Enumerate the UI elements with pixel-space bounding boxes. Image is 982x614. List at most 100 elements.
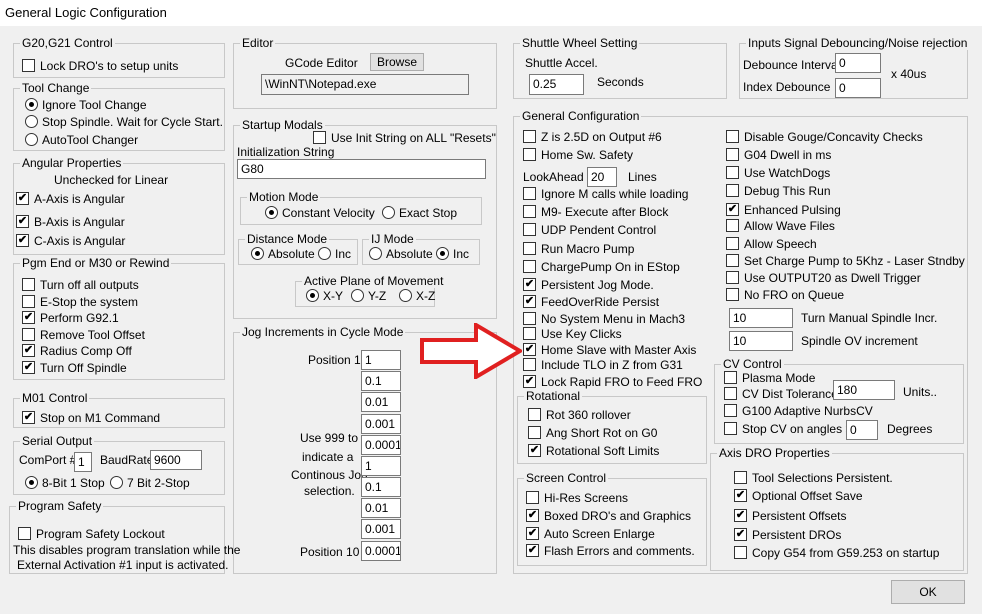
use-watchdogs-checkbox[interactable] bbox=[726, 166, 739, 179]
no-system-menu-in-mach3-checkbox[interactable] bbox=[523, 312, 536, 325]
run-macro-pump-checkbox[interactable] bbox=[523, 242, 536, 255]
tool-change-radio-auto[interactable] bbox=[25, 133, 38, 146]
radius-comp-off-checkbox[interactable]: ✔ bbox=[22, 344, 35, 357]
distance-radio-inc[interactable] bbox=[318, 247, 331, 260]
ignore-m-calls-while-loading-checkbox[interactable] bbox=[523, 187, 536, 200]
manual-spindle-incr-input[interactable]: 10 bbox=[729, 308, 793, 328]
spindle-ov-input[interactable]: 10 bbox=[729, 331, 793, 351]
perform-g92-1-checkbox[interactable]: ✔ bbox=[22, 311, 35, 324]
c-axis-label: C-Axis is Angular bbox=[34, 234, 126, 248]
jog-increment-input[interactable]: 0.01 bbox=[361, 392, 401, 412]
z-is-2-5d-on-output-6-checkbox[interactable] bbox=[523, 130, 536, 143]
copy-g54-from-g59-253-on-startup-checkbox[interactable] bbox=[734, 546, 747, 559]
motion-radio-cv[interactable] bbox=[265, 206, 278, 219]
stop-cv-checkbox[interactable] bbox=[724, 422, 737, 435]
jog-increment-input[interactable]: 0.0001 bbox=[361, 541, 401, 561]
turn-off-spindle-checkbox[interactable]: ✔ bbox=[22, 361, 35, 374]
jog-increment-input[interactable]: 0.1 bbox=[361, 371, 401, 391]
debounce-interval-label: Debounce Interval bbox=[743, 58, 841, 72]
comport-input[interactable]: 1 bbox=[74, 452, 92, 472]
hi-res-screens-checkbox[interactable] bbox=[526, 491, 539, 504]
use-key-clicks-checkbox[interactable] bbox=[523, 327, 536, 340]
tool-change-radio-ignore[interactable] bbox=[25, 98, 38, 111]
jog-increment-input[interactable]: 1 bbox=[361, 350, 401, 370]
index-debounce-label: Index Debounce bbox=[743, 80, 831, 94]
ij-radio-inc[interactable] bbox=[436, 247, 449, 260]
disable-gouge-concavity-checks-checkbox[interactable] bbox=[726, 130, 739, 143]
use-init-checkbox[interactable] bbox=[313, 131, 326, 144]
cv-dist-input[interactable]: 180 bbox=[833, 380, 895, 400]
plane-radio-xz[interactable] bbox=[399, 289, 412, 302]
flash-errors-and-comments-checkbox[interactable]: ✔ bbox=[526, 544, 539, 557]
use-output20-as-dwell-trigger-checkbox[interactable] bbox=[726, 271, 739, 284]
home-sw-safety-checkbox[interactable] bbox=[523, 148, 536, 161]
serial-radio-8bit[interactable] bbox=[25, 476, 38, 489]
shuttle-accel-input[interactable]: 0.25 bbox=[529, 74, 584, 95]
auto-screen-enlarge-checkbox[interactable]: ✔ bbox=[526, 527, 539, 540]
home-slave-with-master-axis-checkbox[interactable]: ✔ bbox=[523, 343, 536, 356]
plasma-mode-label: Plasma Mode bbox=[742, 371, 816, 385]
enhanced-pulsing-checkbox[interactable]: ✔ bbox=[726, 203, 739, 216]
init-string-input[interactable]: G80 bbox=[237, 159, 486, 179]
plane-radio-yz[interactable] bbox=[351, 289, 364, 302]
jog-increment-input[interactable]: 0.001 bbox=[361, 519, 401, 539]
tool-change-radio-stop[interactable] bbox=[25, 115, 38, 128]
ang-short-rot-on-g0-label: Ang Short Rot on G0 bbox=[546, 426, 658, 440]
chargepump-on-in-estop-checkbox[interactable] bbox=[523, 260, 536, 273]
persistent-jog-mode-checkbox[interactable]: ✔ bbox=[523, 278, 536, 291]
jog-increment-input[interactable]: 0.001 bbox=[361, 414, 401, 434]
boxed-dro-s-and-graphics-checkbox[interactable]: ✔ bbox=[526, 509, 539, 522]
baudrate-input[interactable]: 9600 bbox=[150, 450, 202, 470]
ij-label-inc: Inc bbox=[453, 247, 470, 261]
safety-lockout-checkbox[interactable] bbox=[18, 527, 31, 540]
tool-selections-persistent-checkbox[interactable] bbox=[734, 471, 747, 484]
optional-offset-save-checkbox[interactable]: ✔ bbox=[734, 489, 747, 502]
e-stop-the-system-checkbox[interactable] bbox=[22, 295, 35, 308]
include-tlo-in-z-from-g31-checkbox[interactable] bbox=[523, 358, 536, 371]
feedoverride-persist-checkbox[interactable]: ✔ bbox=[523, 295, 536, 308]
debounce-interval-input[interactable]: 0 bbox=[835, 53, 881, 73]
ang-short-rot-on-g0-checkbox[interactable] bbox=[528, 426, 541, 439]
rotational-soft-limits-checkbox[interactable]: ✔ bbox=[528, 444, 541, 457]
b-axis-checkbox[interactable]: ✔ bbox=[16, 215, 29, 228]
stop-cv-input[interactable]: 0 bbox=[846, 420, 878, 440]
udp-pendent-control-checkbox[interactable] bbox=[523, 223, 536, 236]
debug-this-run-checkbox[interactable] bbox=[726, 184, 739, 197]
a-axis-checkbox[interactable]: ✔ bbox=[16, 192, 29, 205]
rot-360-rollover-checkbox[interactable] bbox=[528, 408, 541, 421]
allow-speech-checkbox[interactable] bbox=[726, 237, 739, 250]
m9-execute-after-block-checkbox[interactable] bbox=[523, 205, 536, 218]
plane-radio-xy[interactable] bbox=[306, 289, 319, 302]
index-debounce-input[interactable]: 0 bbox=[835, 78, 881, 98]
lookahead-input[interactable]: 20 bbox=[587, 167, 617, 187]
ok-button[interactable]: OK bbox=[891, 580, 965, 604]
c-axis-checkbox[interactable]: ✔ bbox=[16, 234, 29, 247]
jog-increment-input[interactable]: 0.01 bbox=[361, 498, 401, 518]
g100-checkbox[interactable] bbox=[724, 404, 737, 417]
g04-dwell-in-ms-label: G04 Dwell in ms bbox=[744, 148, 832, 162]
stop-m1-checkbox[interactable]: ✔ bbox=[22, 411, 35, 424]
lock-rapid-fro-to-feed-fro-checkbox[interactable]: ✔ bbox=[523, 375, 536, 388]
set-charge-pump-to-5khz-laser-stndby-checkbox[interactable] bbox=[726, 254, 739, 267]
turn-off-all-outputs-checkbox[interactable] bbox=[22, 278, 35, 291]
distance-radio-abs[interactable] bbox=[251, 247, 264, 260]
ij-radio-abs[interactable] bbox=[369, 247, 382, 260]
persistent-dros-checkbox[interactable]: ✔ bbox=[734, 528, 747, 541]
lock-dro-checkbox[interactable] bbox=[22, 59, 35, 72]
jog-increment-input[interactable]: 0.0001 bbox=[361, 435, 401, 455]
motion-radio-exact[interactable] bbox=[382, 206, 395, 219]
a-axis-label: A-Axis is Angular bbox=[34, 192, 125, 206]
no-fro-on-queue-checkbox[interactable] bbox=[726, 288, 739, 301]
comport-label: ComPort # bbox=[19, 453, 77, 467]
jog-increment-input[interactable]: 1 bbox=[361, 456, 401, 476]
plasma-mode-checkbox[interactable] bbox=[724, 371, 737, 384]
g04-dwell-in-ms-checkbox[interactable] bbox=[726, 148, 739, 161]
serial-radio-7bit[interactable] bbox=[110, 476, 123, 489]
allow-wave-files-checkbox[interactable] bbox=[726, 219, 739, 232]
cv-dist-checkbox[interactable] bbox=[724, 387, 737, 400]
browse-button[interactable]: Browse bbox=[370, 53, 424, 71]
remove-tool-offset-checkbox[interactable] bbox=[22, 328, 35, 341]
jog-increment-input[interactable]: 0.1 bbox=[361, 477, 401, 497]
editor-path-field[interactable]: \WinNT\Notepad.exe bbox=[261, 74, 469, 95]
persistent-offsets-checkbox[interactable]: ✔ bbox=[734, 509, 747, 522]
